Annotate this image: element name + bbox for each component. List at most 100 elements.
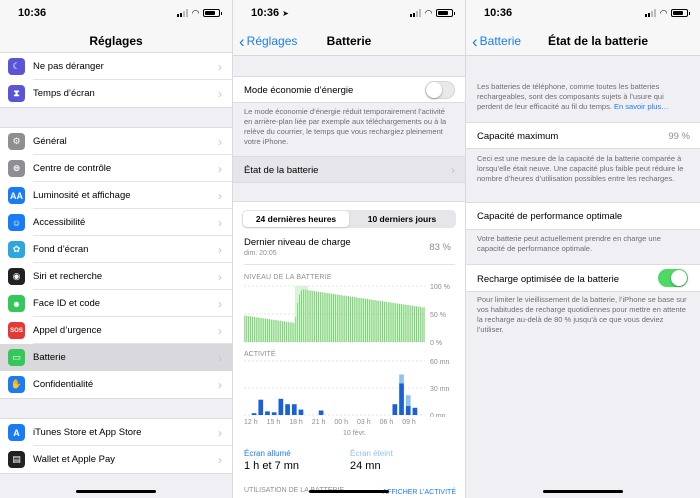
- battery-status-icon: [671, 9, 690, 17]
- battery-level-bar: [268, 319, 270, 342]
- battery-level-bar: [251, 316, 254, 342]
- battery-level-bar: [423, 307, 425, 342]
- settings-item[interactable]: ▤ Wallet et Apple Pay ›: [0, 446, 232, 473]
- battery-level-bar: [408, 305, 410, 342]
- last-charge-time: dim. 20:05: [244, 250, 277, 257]
- performance-description: Votre batterie peut actuellement prendre…: [477, 234, 661, 253]
- status-time: 10:36: [484, 7, 513, 19]
- charging-band: [302, 286, 305, 290]
- chevron-right-icon: ›: [218, 87, 222, 101]
- battery-level-bar: [336, 294, 338, 342]
- settings-item[interactable]: ⧗ Temps d’écran ›: [0, 80, 232, 107]
- battery-level-bar: [300, 290, 303, 342]
- charging-band: [300, 286, 303, 291]
- battery-level-bar: [331, 293, 333, 342]
- battery-level-bar: [381, 301, 384, 342]
- settings-item-label: Appel d’urgence: [33, 317, 232, 344]
- battery-level-bar: [398, 303, 401, 342]
- gear-icon: ⚙: [8, 133, 25, 150]
- charging-band: [304, 286, 307, 290]
- settings-item[interactable]: AA Luminosité et affichage ›: [0, 182, 232, 209]
- charging-band: [296, 286, 299, 303]
- settings-item[interactable]: ✿ Fond d’écran ›: [0, 236, 232, 263]
- toggles-icon: ⊜: [8, 160, 25, 177]
- settings-item[interactable]: SOS Appel d’urgence ›: [0, 317, 232, 344]
- last-charge-label: Dernier niveau de charge: [244, 237, 351, 248]
- battery-level-bar: [302, 289, 304, 342]
- tab-24h[interactable]: 24 dernières heures: [243, 211, 349, 227]
- x-tick-label: 03 h: [357, 419, 371, 426]
- low-power-label: Mode économie d’énergie: [244, 85, 354, 96]
- y-tick-label: 30 mn: [430, 386, 450, 393]
- battery-level-bar: [283, 321, 286, 342]
- settings-item[interactable]: ◉ Siri et recherche ›: [0, 263, 232, 290]
- battery-level-bar: [415, 306, 418, 342]
- back-label: Réglages: [246, 34, 298, 48]
- cellular-signal-icon: [177, 9, 189, 17]
- battery-level-bar: [364, 298, 367, 342]
- battery-level-bar: [319, 292, 321, 342]
- settings-item[interactable]: ✋ Confidentialité ›: [0, 371, 232, 398]
- battery-level-bar: [406, 305, 408, 342]
- settings-item[interactable]: ▭ Batterie ›: [0, 344, 232, 371]
- settings-item[interactable]: ☻ Face ID et code ›: [0, 290, 232, 317]
- screen-off-bar: [399, 374, 404, 384]
- x-tick-label: 06 h: [379, 419, 394, 426]
- low-power-toggle[interactable]: [425, 81, 455, 99]
- battery-level-bar: [317, 291, 320, 342]
- battery-level-bar: [306, 289, 308, 342]
- battery-level-bar: [347, 296, 350, 342]
- chevron-right-icon: ›: [218, 426, 222, 440]
- status-bar: 10:36 ➤ ◠: [233, 0, 465, 26]
- battery-level-bar: [295, 316, 297, 342]
- battery-level-bar: [346, 296, 348, 342]
- settings-item[interactable]: ⊜ Centre de contrôle ›: [0, 155, 232, 182]
- battery-level-bar: [395, 303, 397, 342]
- face-id-icon: ☻: [8, 295, 25, 312]
- settings-item[interactable]: ☾ Ne pas déranger ›: [0, 53, 232, 80]
- max-capacity-description: Ceci est une mesure de la capacité de la…: [477, 154, 684, 183]
- chevron-right-icon: ›: [218, 453, 222, 467]
- home-indicator: [309, 490, 389, 493]
- settings-item[interactable]: ☺ Accessibilité ›: [0, 209, 232, 236]
- x-tick-label: 09 h: [402, 419, 416, 426]
- settings-item-label: Temps d’écran: [33, 88, 95, 99]
- optimized-charging-toggle[interactable]: [658, 269, 688, 287]
- battery-level-bar: [265, 318, 267, 342]
- battery-level-bar: [308, 290, 310, 342]
- battery-level-bar: [342, 295, 344, 342]
- screen-on-bar: [298, 409, 304, 415]
- tab-10d[interactable]: 10 derniers jours: [349, 211, 455, 227]
- chevron-left-icon: ‹: [472, 31, 478, 51]
- battery-level-bar: [359, 297, 361, 342]
- battery-level-bar: [397, 303, 399, 342]
- battery-level-bar: [329, 293, 331, 342]
- battery-level-bar: [249, 316, 252, 342]
- cellular-signal-icon: [410, 9, 422, 17]
- settings-item[interactable]: AiTunes Store et App Store ›: [0, 419, 232, 446]
- settings-item[interactable]: ⚙ Général ›: [0, 128, 232, 155]
- learn-more-link[interactable]: En savoir plus…: [614, 102, 669, 111]
- page-title: Batterie: [326, 33, 372, 48]
- chevron-right-icon: ›: [218, 135, 222, 149]
- x-tick-label: 21 h: [311, 419, 326, 426]
- hand-icon: ✋: [8, 376, 25, 393]
- y-tick-label: 0 %: [430, 340, 442, 347]
- battery-level-bar: [310, 290, 312, 342]
- date-label: 10 févr.: [343, 430, 366, 437]
- screen-on-bar: [265, 411, 270, 415]
- chevron-right-icon: ›: [218, 270, 222, 284]
- back-button[interactable]: ‹ Batterie: [472, 26, 521, 56]
- battery-level-bar: [293, 322, 295, 342]
- x-tick-label: 15 h: [266, 419, 281, 426]
- battery-level-bar: [321, 292, 323, 342]
- settings-item-label: Fond d’écran: [33, 236, 232, 263]
- battery-level-bar: [383, 301, 386, 342]
- back-button[interactable]: ‹ Réglages: [239, 26, 297, 56]
- performance-label: Capacité de performance optimale: [477, 211, 623, 222]
- battery-health-row[interactable]: État de la batterie ›: [233, 156, 465, 183]
- screen-on-bar: [291, 404, 297, 415]
- y-tick-label: 50 %: [430, 312, 446, 319]
- show-activity-link[interactable]: AFFICHER L’ACTIVITÉ: [382, 489, 456, 496]
- chevron-right-icon: ›: [218, 297, 222, 311]
